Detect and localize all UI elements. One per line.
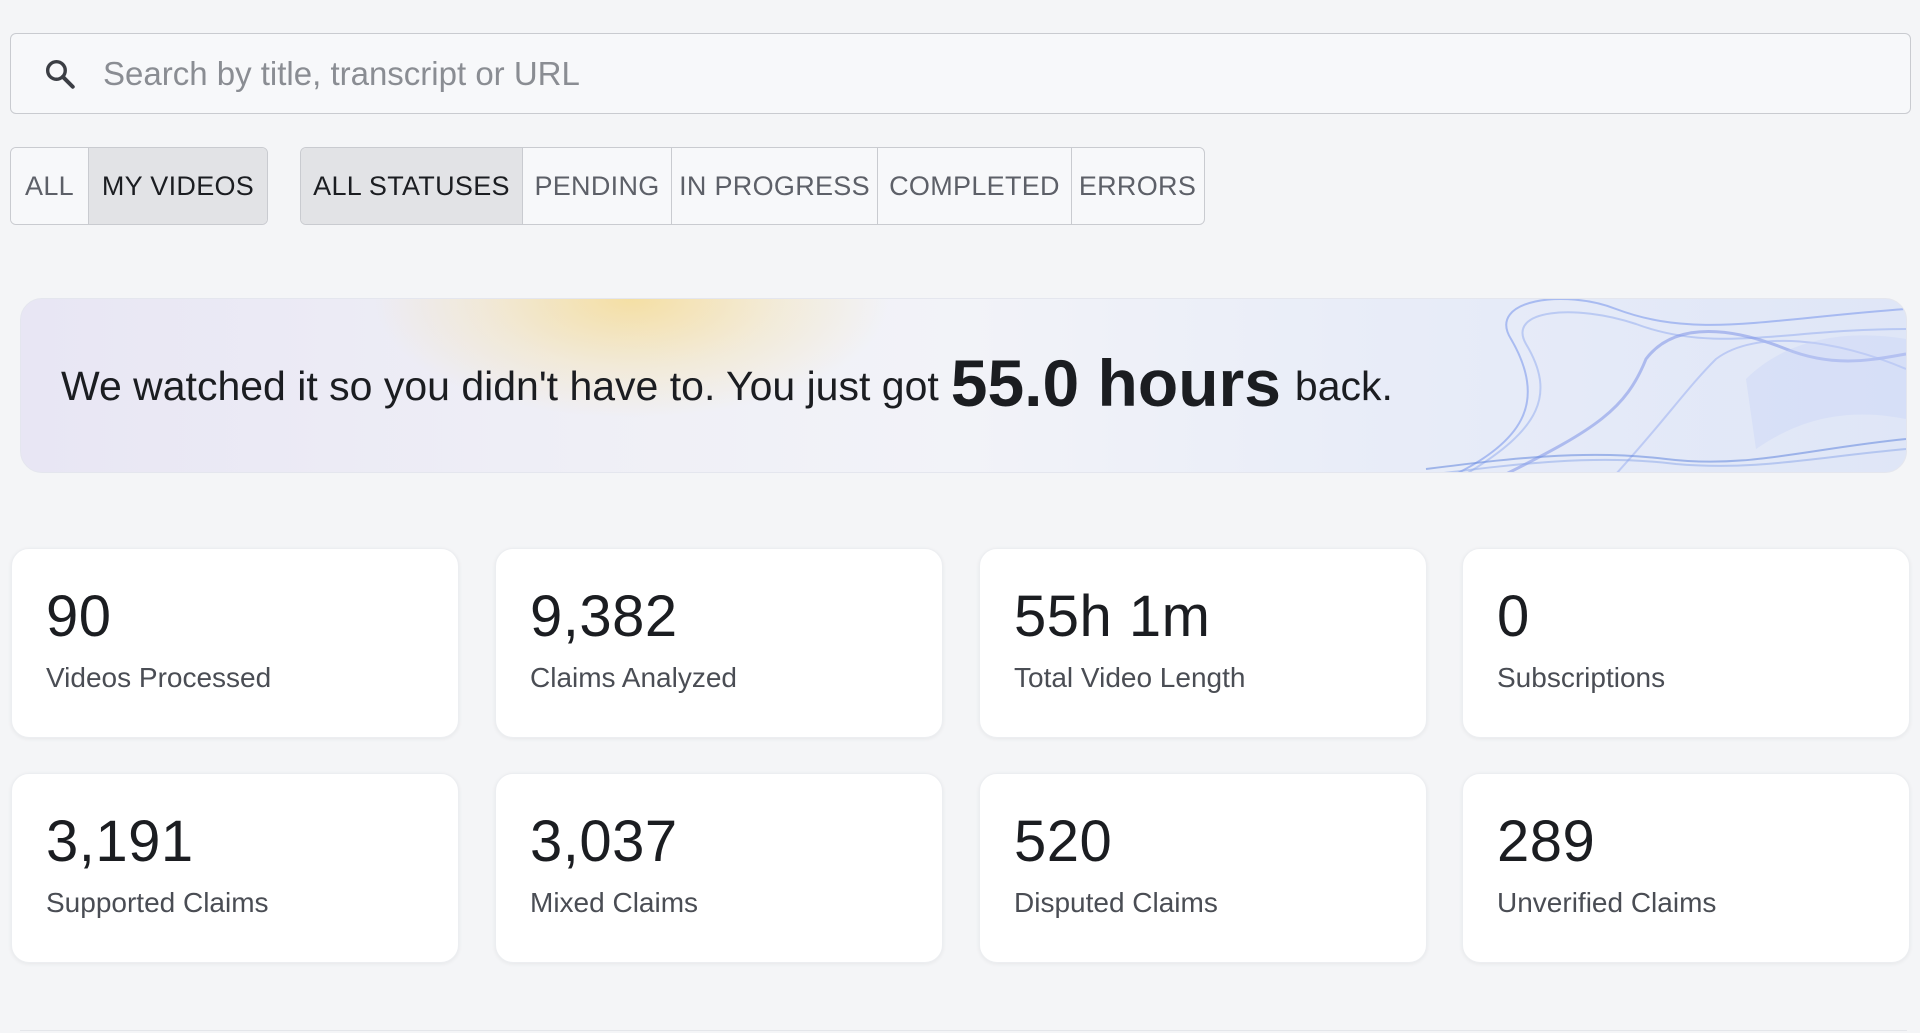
section-divider: [20, 1030, 1907, 1031]
stat-value: 3,191: [46, 809, 194, 874]
time-saved-banner: We watched it so you didn't have to. You…: [20, 298, 1907, 473]
stat-label: Mixed Claims: [530, 887, 699, 918]
stat-card-supported-claims: 3,191 Supported Claims: [11, 773, 459, 963]
filter-all-button[interactable]: ALL: [11, 148, 89, 224]
stat-card-disputed-claims: 520 Disputed Claims: [979, 773, 1427, 963]
banner-tail-text: back.: [1294, 363, 1393, 409]
stat-label: Subscriptions: [1497, 662, 1666, 693]
stat-value: 55h 1m: [1014, 584, 1211, 649]
status-errors-button[interactable]: ERRORS: [1072, 148, 1203, 224]
stat-label: Disputed Claims: [1014, 887, 1218, 918]
stat-label: Total Video Length: [1014, 662, 1246, 693]
status-all-button[interactable]: ALL STATUSES: [301, 148, 523, 224]
banner-lead-text: We watched it so you didn't have to. You…: [61, 363, 939, 409]
stat-card-claims-analyzed: 9,382 Claims Analyzed: [495, 548, 943, 738]
banner-hours-highlight: 55.0 hours: [950, 345, 1281, 420]
search-bar[interactable]: [10, 33, 1911, 114]
stat-label: Videos Processed: [46, 662, 272, 693]
banner-message: We watched it so you didn't have to. You…: [61, 299, 1393, 472]
stat-label: Unverified Claims: [1497, 887, 1717, 918]
search-icon: [43, 57, 77, 91]
stat-card-unverified-claims: 289 Unverified Claims: [1462, 773, 1910, 963]
stat-label: Supported Claims: [46, 887, 269, 918]
stat-value: 90: [46, 584, 112, 649]
stat-value: 3,037: [530, 809, 678, 874]
stat-value: 289: [1497, 809, 1596, 874]
status-completed-button[interactable]: COMPLETED: [878, 148, 1072, 224]
status-pending-button[interactable]: PENDING: [523, 148, 672, 224]
scope-filter: ALL MY VIDEOS: [10, 147, 268, 225]
stat-card-total-video-length: 55h 1m Total Video Length: [979, 548, 1427, 738]
filter-my-videos-button[interactable]: MY VIDEOS: [89, 148, 267, 224]
stat-value: 0: [1497, 584, 1530, 649]
stat-value: 520: [1014, 809, 1113, 874]
stat-card-mixed-claims: 3,037 Mixed Claims: [495, 773, 943, 963]
stat-value: 9,382: [530, 584, 678, 649]
stat-card-subscriptions: 0 Subscriptions: [1462, 548, 1910, 738]
dashboard-page: ALL MY VIDEOS ALL STATUSES PENDING IN PR…: [0, 0, 1920, 1033]
stat-card-videos-processed: 90 Videos Processed: [11, 548, 459, 738]
status-in-progress-button[interactable]: IN PROGRESS: [672, 148, 878, 224]
status-filter: ALL STATUSES PENDING IN PROGRESS COMPLET…: [300, 147, 1205, 225]
stat-label: Claims Analyzed: [530, 662, 737, 693]
search-input[interactable]: [103, 54, 1883, 93]
